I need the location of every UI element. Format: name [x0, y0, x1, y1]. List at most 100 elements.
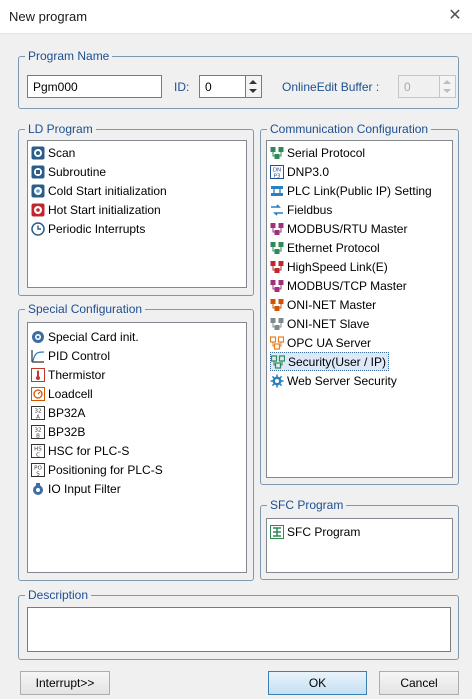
cancel-button[interactable]: Cancel	[379, 671, 459, 695]
list-item-label: HSC for PLC-S	[48, 443, 130, 458]
close-icon[interactable]: ✕	[444, 5, 466, 27]
communication-configuration-list[interactable]: Serial Protocol DN P3 DNP3.0 PLC Link(Pub…	[266, 140, 453, 478]
fieldbus-icon	[270, 203, 284, 217]
list-item-oni-net-slave[interactable]: ONI-NET Slave	[270, 314, 371, 333]
ld-program-list[interactable]: Scan Subroutine Cold Start initializatio…	[27, 140, 247, 288]
list-item-pid-control[interactable]: PID Control	[31, 346, 112, 365]
online-edit-buffer-label: OnlineEdit Buffer :	[282, 80, 380, 94]
stepper-down-icon	[443, 89, 451, 93]
list-item-thermistor[interactable]: Thermistor	[31, 365, 107, 384]
list-item-oni-net-master[interactable]: ONI-NET Master	[270, 295, 378, 314]
id-input[interactable]	[199, 75, 246, 98]
subroutine-icon	[31, 165, 45, 179]
positioning-icon: PO S	[31, 462, 45, 477]
list-item-modbus-tcp-master[interactable]: MODBUS/TCP Master	[270, 276, 409, 295]
list-item-label: Web Server Security	[287, 373, 397, 388]
sfc-program-list[interactable]: SFC Program	[266, 518, 453, 573]
list-item-periodic-interrupts[interactable]: Periodic Interrupts	[31, 219, 147, 238]
svg-text:B: B	[36, 433, 40, 439]
list-item-label: Thermistor	[48, 367, 106, 382]
sfc-program-group-label: SFC Program	[267, 498, 347, 512]
list-item-label: MODBUS/RTU Master	[287, 221, 408, 236]
list-item-sfc-program[interactable]: SFC Program	[270, 522, 362, 541]
list-item-bp32b[interactable]: 32 B BP32B	[31, 422, 87, 441]
dnp-icon: DN P3	[270, 164, 284, 179]
thermistor-icon	[31, 367, 45, 382]
list-item-modbus-rtu-master[interactable]: MODBUS/RTU Master	[270, 219, 409, 238]
description-input[interactable]	[27, 607, 451, 652]
list-item-label: OPC UA Server	[287, 335, 372, 350]
list-item-label: Hot Start initialization	[48, 202, 161, 217]
window-title: New program	[9, 9, 88, 24]
plc-link-icon	[270, 184, 284, 198]
list-item-scan[interactable]: Scan	[31, 143, 77, 162]
list-item-label: Periodic Interrupts	[48, 221, 146, 236]
special-card-icon	[31, 330, 45, 344]
list-item-serial-protocol[interactable]: Serial Protocol	[270, 143, 367, 162]
list-item-cold-start[interactable]: Cold Start initialization	[31, 181, 169, 200]
list-item-plc-link[interactable]: PLC Link(Public IP) Setting	[270, 181, 434, 200]
list-item-label: BP32A	[48, 405, 86, 420]
list-item-label: PLC Link(Public IP) Setting	[287, 183, 432, 198]
list-item-loadcell[interactable]: Loadcell	[31, 384, 95, 403]
list-item-positioning-plc-s[interactable]: PO S Positioning for PLC-S	[31, 460, 165, 479]
list-item-bp32a[interactable]: 32 A BP32A	[31, 403, 87, 422]
svg-text:C: C	[36, 452, 40, 458]
list-item-label: Fieldbus	[287, 202, 333, 217]
pid-icon	[31, 349, 45, 363]
list-item-web-server-security[interactable]: Web Server Security	[270, 371, 399, 390]
ok-button[interactable]: OK	[268, 671, 367, 695]
bp32b-icon: 32 B	[31, 424, 45, 439]
list-item-label: Loadcell	[48, 386, 93, 401]
description-group-label: Description	[25, 588, 92, 602]
list-item-label: IO Input Filter	[48, 481, 121, 496]
serial-icon	[270, 146, 284, 160]
list-item-hot-start[interactable]: Hot Start initialization	[31, 200, 163, 219]
list-item-label: Ethernet Protocol	[287, 240, 380, 255]
oni-slave-icon	[270, 317, 284, 331]
list-item-hsc-plc-s[interactable]: HS C HSC for PLC-S	[31, 441, 131, 460]
oni-master-icon	[270, 298, 284, 312]
filter-icon	[31, 482, 45, 496]
id-stepper[interactable]	[245, 75, 262, 98]
list-item-label: BP32B	[48, 424, 86, 439]
list-item-special-card-init[interactable]: Special Card init.	[31, 327, 141, 346]
list-item-label: MODBUS/TCP Master	[287, 278, 407, 293]
id-label: ID:	[174, 80, 190, 94]
svg-text:P3: P3	[274, 173, 281, 179]
list-item-fieldbus[interactable]: Fieldbus	[270, 200, 334, 219]
list-item-label: Subroutine	[48, 164, 107, 179]
security-icon	[271, 354, 285, 369]
list-item-label: Positioning for PLC-S	[48, 462, 163, 477]
hot-start-icon	[31, 203, 45, 217]
list-item-opc-ua-server[interactable]: OPC UA Server	[270, 333, 373, 352]
bp32a-icon: 32 A	[31, 405, 45, 420]
list-item-label: ONI-NET Slave	[287, 316, 370, 331]
ethernet-icon	[270, 241, 284, 255]
list-item-security-user-ip[interactable]: Security(User / IP)	[270, 352, 390, 371]
stepper-up-icon	[443, 80, 451, 84]
online-edit-buffer-stepper	[439, 75, 456, 98]
modbus-tcp-icon	[270, 279, 284, 293]
list-item-ethernet-protocol[interactable]: Ethernet Protocol	[270, 238, 382, 257]
stepper-down-icon[interactable]	[249, 89, 257, 93]
list-item-label: ONI-NET Master	[287, 297, 377, 312]
svg-text:A: A	[36, 414, 40, 420]
special-configuration-group-label: Special Configuration	[25, 302, 146, 316]
program-name-input[interactable]	[27, 75, 162, 98]
special-configuration-list[interactable]: Special Card init. PID Control Thermisto…	[27, 322, 247, 573]
list-item-io-input-filter[interactable]: IO Input Filter	[31, 479, 123, 498]
program-name-group-label: Program Name	[25, 49, 113, 63]
list-item-label: Cold Start initialization	[48, 183, 167, 198]
list-item-subroutine[interactable]: Subroutine	[31, 162, 108, 181]
list-item-dnp3[interactable]: DN P3 DNP3.0	[270, 162, 331, 181]
interrupt-button[interactable]: Interrupt>>	[20, 671, 110, 695]
opc-ua-icon	[270, 335, 284, 350]
online-edit-buffer-input	[398, 75, 440, 98]
web-security-icon	[270, 374, 284, 388]
list-item-label: Serial Protocol	[287, 145, 366, 160]
list-item-label: DNP3.0	[287, 164, 330, 179]
cold-start-icon	[31, 184, 45, 198]
list-item-highspeed-link[interactable]: HighSpeed Link(E)	[270, 257, 390, 276]
stepper-up-icon[interactable]	[249, 80, 257, 84]
